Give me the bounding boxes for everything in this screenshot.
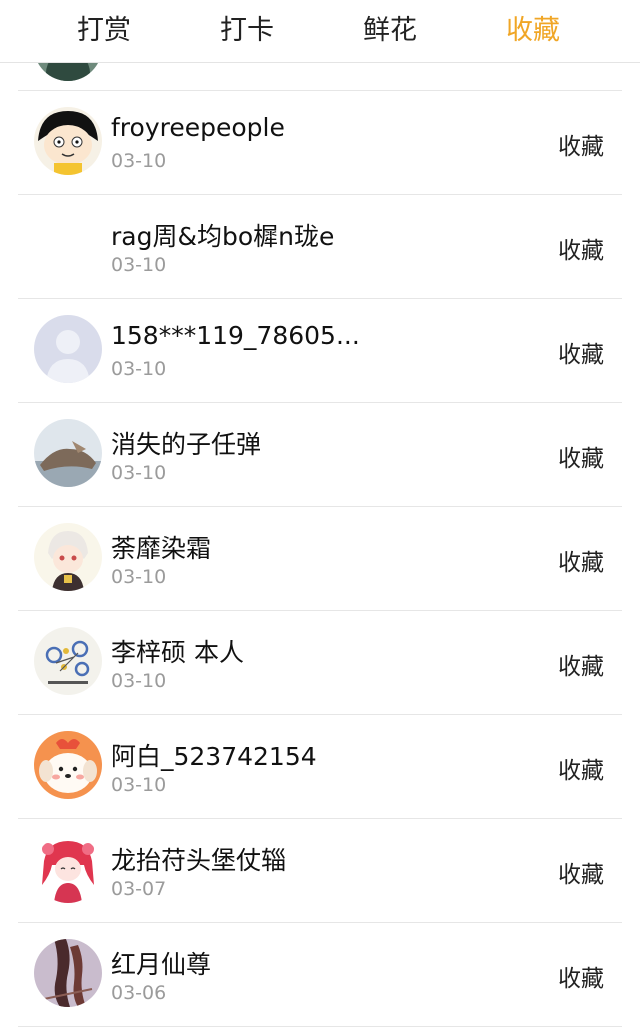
item-date: 03-06 xyxy=(111,982,167,1004)
favorite-button[interactable]: 收藏 xyxy=(558,751,604,785)
favorite-button[interactable]: 收藏 xyxy=(558,439,604,473)
cartoon-girl-avatar xyxy=(34,107,102,175)
item-date: 03-07 xyxy=(111,878,167,900)
list-item[interactable]: froyreepeople 03-10 收藏 xyxy=(18,91,622,195)
tab-checkin[interactable]: 打卡 xyxy=(187,0,307,62)
list-item[interactable]: 红月仙尊 03-06 收藏 xyxy=(18,923,622,1027)
list-item[interactable]: 158***119_78605... 03-10 收藏 xyxy=(18,299,622,403)
avatar xyxy=(34,63,102,81)
user-name: froyreepeople xyxy=(111,113,285,142)
user-name: 阿白_523742154 xyxy=(111,742,317,771)
list-item[interactable]: rag周&均bo樨n珑e 03-10 收藏 xyxy=(18,195,622,299)
item-date: 03-10 xyxy=(111,774,167,796)
list-item[interactable]: 消失的子任弹 03-10 收藏 xyxy=(18,403,622,507)
list-item-partial[interactable]: 03-10 xyxy=(18,63,622,91)
list-item[interactable]: 荼靡染霜 03-10 收藏 xyxy=(18,507,622,611)
favorites-list[interactable]: 03-10 froyreepeople 03-10 收藏 rag周&均bo樨n珑… xyxy=(0,63,640,1029)
user-name: 消失的子任弹 xyxy=(111,430,262,459)
list-item[interactable]: 李梓硕 本人 03-10 收藏 xyxy=(18,611,622,715)
tab-favorites[interactable]: 收藏 xyxy=(473,0,593,62)
item-date: 03-10 xyxy=(111,358,167,380)
user-name: 龙抬苻头堡仗辎 xyxy=(111,846,287,875)
dark-art-avatar xyxy=(34,939,102,1007)
seal-photo-avatar xyxy=(34,419,102,487)
default-person-avatar xyxy=(34,315,102,383)
favorite-button[interactable]: 收藏 xyxy=(558,959,604,993)
user-name: 158***119_78605... xyxy=(111,321,360,350)
tab-flowers[interactable]: 鲜花 xyxy=(330,0,450,62)
user-name: 红月仙尊 xyxy=(111,950,212,979)
tab-bar: 打赏 打卡 鲜花 收藏 xyxy=(0,0,640,63)
tab-reward[interactable]: 打赏 xyxy=(44,0,164,62)
item-date: 03-10 xyxy=(111,150,167,172)
favorite-button[interactable]: 收藏 xyxy=(558,127,604,161)
item-date: 03-10 xyxy=(111,254,167,276)
item-date: 03-10 xyxy=(111,670,167,692)
item-date: 03-10 xyxy=(111,462,167,484)
cute-dog-avatar xyxy=(34,731,102,799)
anime-boy-avatar xyxy=(34,523,102,591)
favorite-button[interactable]: 收藏 xyxy=(558,543,604,577)
favorite-button[interactable]: 收藏 xyxy=(558,335,604,369)
favorite-button[interactable]: 收藏 xyxy=(558,855,604,889)
favorite-button[interactable]: 收藏 xyxy=(558,231,604,265)
list-item[interactable]: 阿白_523742154 03-10 收藏 xyxy=(18,715,622,819)
user-name: rag周&均bo樨n珑e xyxy=(111,222,335,251)
user-name: 李梓硕 本人 xyxy=(111,638,244,667)
user-name: 荼靡染霜 xyxy=(111,534,212,563)
favorite-button[interactable]: 收藏 xyxy=(558,647,604,681)
item-date: 03-10 xyxy=(111,566,167,588)
red-hair-girl-avatar xyxy=(34,835,102,903)
flower-drawing-avatar xyxy=(34,627,102,695)
blank-avatar xyxy=(34,211,102,279)
list-item[interactable]: 龙抬苻头堡仗辎 03-07 收藏 xyxy=(18,819,622,923)
